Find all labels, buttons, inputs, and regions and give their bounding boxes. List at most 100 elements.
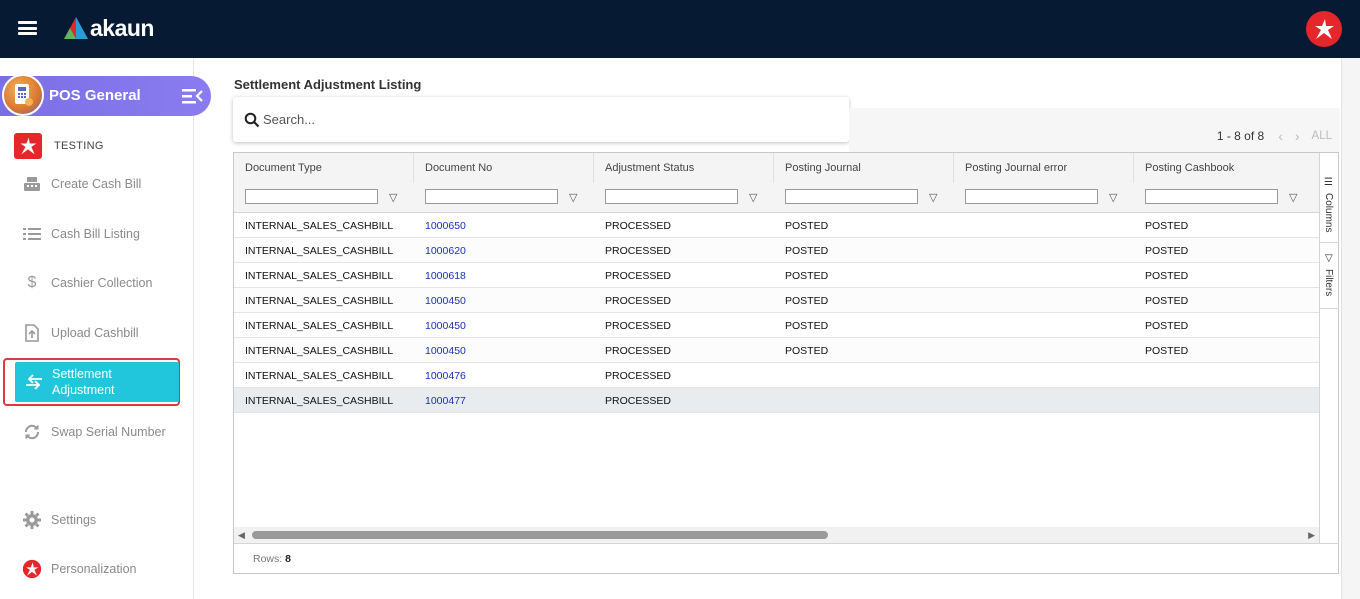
column-header[interactable]: Posting Journal error (954, 153, 1134, 183)
document-link[interactable]: 1000476 (425, 370, 466, 382)
nav-create-cash-bill[interactable]: Create Cash Bill (22, 172, 192, 196)
table-row[interactable]: INTERNAL_SALES_CASHBILL 1000650 PROCESSED P… (234, 213, 1319, 238)
scroll-right-icon[interactable]: ▶ (1308, 530, 1315, 541)
nav-settlement-adjustment[interactable]: Settlement Adjustment (15, 362, 179, 402)
table-cell: POSTED (785, 295, 829, 307)
column-filter: ▽ (954, 183, 1134, 212)
app-title: POS General (49, 87, 141, 104)
show-all-button[interactable]: ALL (1312, 130, 1332, 142)
filter-icon[interactable]: ▽ (1289, 191, 1297, 204)
table-cell: INTERNAL_SALES_CASHBILL (245, 395, 394, 407)
page-scrollbar[interactable] (1341, 58, 1360, 599)
table-cell: POSTED (785, 270, 829, 282)
scroll-thumb[interactable] (252, 531, 828, 539)
document-link[interactable]: 1000618 (425, 270, 466, 282)
filters-tool-tab[interactable]: ▽ Filters (1320, 243, 1339, 309)
dollar-icon: $ (27, 274, 37, 291)
document-link[interactable]: 1000450 (425, 345, 466, 357)
filter-input[interactable] (425, 189, 558, 204)
user-avatar[interactable] (1306, 11, 1342, 47)
prev-page-icon[interactable]: ‹ (1278, 128, 1283, 144)
filter-icon[interactable]: ▽ (929, 191, 937, 204)
grid-header: Document Type Document No Adjustment Sta… (234, 153, 1319, 213)
swap-arrows-icon (24, 374, 44, 390)
sync-icon (22, 422, 42, 442)
table-row[interactable]: INTERNAL_SALES_CASHBILL 1000618 PROCESSED P… (234, 263, 1319, 288)
scroll-left-icon[interactable]: ◀ (238, 530, 245, 541)
page-title: Settlement Adjustment Listing (234, 77, 422, 92)
table-cell: PROCESSED (605, 220, 671, 232)
nav-settings[interactable]: Settings (22, 508, 192, 532)
list-icon (22, 224, 42, 244)
nav-cash-bill-listing[interactable]: Cash Bill Listing (22, 222, 192, 246)
nav-label: Swap Serial Number (51, 425, 166, 439)
table-cell: POSTED (785, 220, 829, 232)
column-header[interactable]: Adjustment Status (594, 153, 774, 183)
filter-input[interactable] (605, 189, 738, 204)
columns-tool-tab[interactable]: ☰ Columns (1320, 153, 1339, 243)
nav-cashier-collection[interactable]: $ Cashier Collection (22, 271, 192, 295)
filter-icon[interactable]: ▽ (1109, 191, 1117, 204)
table-row[interactable]: INTERNAL_SALES_CASHBILL 1000450 PROCESSED P… (234, 288, 1319, 313)
filter-icon[interactable]: ▽ (569, 191, 577, 204)
column-header[interactable]: Posting Cashbook (1134, 153, 1319, 183)
pagination: 1 - 8 of 8 ‹ › ALL (1217, 128, 1340, 144)
document-link[interactable]: 1000450 (425, 295, 466, 307)
brand-name: akaun (90, 14, 154, 41)
search-input[interactable] (263, 112, 823, 127)
org-logo-icon (14, 133, 42, 159)
table-cell: POSTED (1145, 320, 1189, 332)
table-cell: INTERNAL_SALES_CASHBILL (245, 220, 394, 232)
table-cell: POSTED (1145, 220, 1189, 232)
column-header[interactable]: Document No (414, 153, 594, 183)
table-cell: POSTED (785, 245, 829, 257)
next-page-icon[interactable]: › (1295, 128, 1300, 144)
table-row[interactable]: INTERNAL_SALES_CASHBILL 1000450 PROCESSED P… (234, 338, 1319, 363)
document-link[interactable]: 1000620 (425, 245, 466, 257)
filters-tab-label: Filters (1323, 269, 1334, 297)
nav-personalization[interactable]: Personalization (22, 557, 192, 581)
grid-body: INTERNAL_SALES_CASHBILL 1000650 PROCESSED P… (234, 213, 1319, 528)
search-icon (244, 112, 260, 127)
nav-upload-cashbill[interactable]: Upload Cashbill (22, 321, 192, 345)
org-selector[interactable]: TESTING (14, 133, 104, 159)
upload-file-icon (22, 323, 42, 343)
menu-icon[interactable] (18, 21, 37, 35)
filter-icon[interactable]: ▽ (389, 191, 397, 204)
pager-bar: 1 - 8 of 8 ‹ › ALL (849, 108, 1340, 153)
horizontal-scrollbar[interactable]: ◀ ▶ (234, 527, 1319, 543)
table-cell: INTERNAL_SALES_CASHBILL (245, 345, 394, 357)
table-cell: PROCESSED (605, 270, 671, 282)
table-cell: POSTED (785, 345, 829, 357)
column-filter: ▽ (414, 183, 594, 212)
filter-input[interactable] (785, 189, 918, 204)
search-bar[interactable] (233, 97, 849, 142)
table-cell: INTERNAL_SALES_CASHBILL (245, 295, 394, 307)
column-header[interactable]: Document Type (234, 153, 414, 183)
data-grid: Document Type Document No Adjustment Sta… (233, 152, 1339, 574)
brand-logo[interactable]: akaun (64, 14, 154, 42)
table-cell: PROCESSED (605, 370, 671, 382)
table-row[interactable]: INTERNAL_SALES_CASHBILL 1000477 PROCESSED (234, 388, 1319, 413)
table-cell: POSTED (1145, 295, 1189, 307)
table-cell: PROCESSED (605, 295, 671, 307)
filter-icon[interactable]: ▽ (749, 191, 757, 204)
table-cell: PROCESSED (605, 395, 671, 407)
table-cell: POSTED (1145, 345, 1189, 357)
column-header[interactable]: Posting Journal (774, 153, 954, 183)
filter-input[interactable] (965, 189, 1098, 204)
collapse-menu-icon[interactable] (182, 88, 204, 104)
document-link[interactable]: 1000477 (425, 395, 466, 407)
nav-swap-serial-number[interactable]: Swap Serial Number (22, 420, 192, 444)
table-row[interactable]: INTERNAL_SALES_CASHBILL 1000450 PROCESSED P… (234, 313, 1319, 338)
filter-input[interactable] (1145, 189, 1278, 204)
nav-label: Upload Cashbill (51, 326, 139, 340)
filter-icon: ▽ (1325, 253, 1333, 264)
table-row[interactable]: INTERNAL_SALES_CASHBILL 1000620 PROCESSED P… (234, 238, 1319, 263)
sidebar: POS General TESTING Create Cash Bill Cas… (0, 58, 211, 599)
filter-input[interactable] (245, 189, 378, 204)
table-row[interactable]: INTERNAL_SALES_CASHBILL 1000476 PROCESSED (234, 363, 1319, 388)
app-switcher[interactable]: POS General (0, 74, 211, 116)
document-link[interactable]: 1000650 (425, 220, 466, 232)
document-link[interactable]: 1000450 (425, 320, 466, 332)
